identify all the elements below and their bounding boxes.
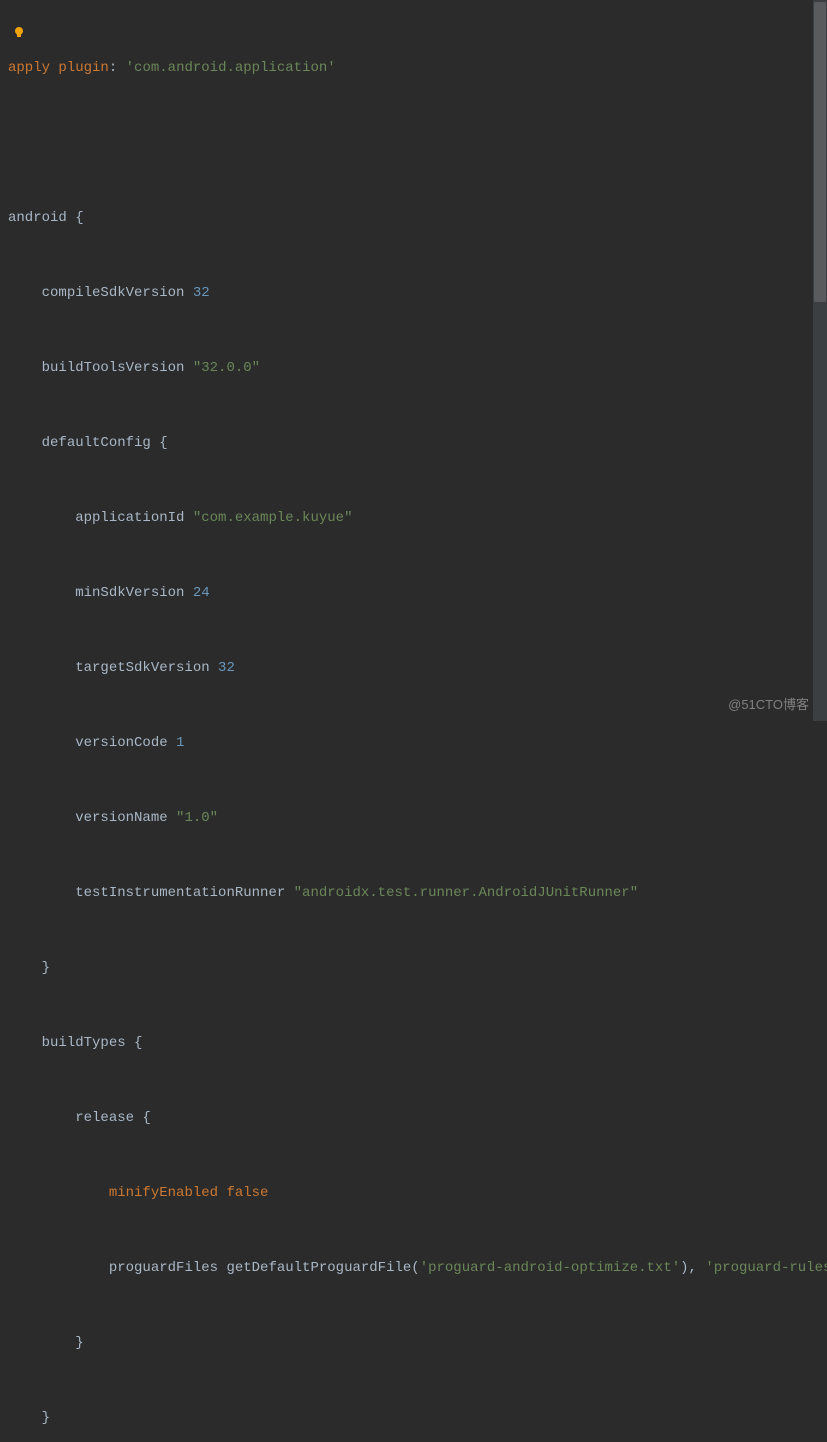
identifier: minifyEnabled: [109, 1185, 227, 1201]
string: "1.0": [176, 810, 218, 826]
code-line: release {: [8, 1106, 827, 1131]
code-line: targetSdkVersion 32: [8, 656, 827, 681]
identifier: versionName: [75, 810, 176, 826]
code-line: [8, 131, 827, 156]
keyword: false: [226, 1185, 268, 1201]
identifier: compileSdkVersion: [42, 285, 193, 301]
code-body[interactable]: apply plugin: 'com.android.application' …: [0, 6, 827, 1442]
brace: {: [151, 435, 168, 451]
brace: }: [75, 1335, 83, 1351]
identifier: defaultConfig: [42, 435, 151, 451]
code-line: buildTypes {: [8, 1031, 827, 1056]
code-line: }: [8, 1406, 827, 1431]
brace: {: [67, 210, 84, 226]
punct: ),: [680, 1260, 705, 1276]
string: 'proguard-rules.pro': [705, 1260, 827, 1276]
string: "com.example.kuyue": [193, 510, 353, 526]
number: 32: [193, 285, 210, 301]
code-line: testInstrumentationRunner "androidx.test…: [8, 881, 827, 906]
identifier: minSdkVersion: [75, 585, 193, 601]
code-line: }: [8, 956, 827, 981]
brace: }: [42, 960, 50, 976]
identifier: android: [8, 210, 67, 226]
punct: :: [109, 60, 126, 76]
number: 24: [193, 585, 210, 601]
number: 1: [176, 735, 184, 751]
identifier: buildTypes: [42, 1035, 126, 1051]
code-line: compileSdkVersion 32: [8, 281, 827, 306]
code-line: applicationId "com.example.kuyue": [8, 506, 827, 531]
code-editor[interactable]: apply plugin: 'com.android.application' …: [0, 0, 827, 1442]
code-line: minSdkVersion 24: [8, 581, 827, 606]
code-line: }: [8, 1331, 827, 1356]
identifier: applicationId: [75, 510, 193, 526]
brace: {: [126, 1035, 143, 1051]
code-line: defaultConfig {: [8, 431, 827, 456]
code-line: apply plugin: 'com.android.application': [8, 56, 827, 81]
brace: }: [42, 1410, 50, 1426]
string: "androidx.test.runner.AndroidJUnitRunner…: [294, 885, 638, 901]
code-line: proguardFiles getDefaultProguardFile('pr…: [8, 1256, 827, 1281]
number: 32: [218, 660, 235, 676]
code-line: minifyEnabled false: [8, 1181, 827, 1206]
watermark: @51CTO博客: [728, 694, 809, 713]
keyword: apply: [8, 60, 50, 76]
identifier: release: [75, 1110, 134, 1126]
identifier: targetSdkVersion: [75, 660, 218, 676]
brace: {: [134, 1110, 151, 1126]
vertical-scrollbar[interactable]: [813, 0, 827, 721]
code-line: versionCode 1: [8, 731, 827, 756]
code-line: versionName "1.0": [8, 806, 827, 831]
string: "32.0.0": [193, 360, 260, 376]
identifier: proguardFiles getDefaultProguardFile(: [109, 1260, 420, 1276]
keyword: plugin: [58, 60, 108, 76]
code-line: buildToolsVersion "32.0.0": [8, 356, 827, 381]
identifier: testInstrumentationRunner: [75, 885, 293, 901]
code-line: android {: [8, 206, 827, 231]
identifier: buildToolsVersion: [42, 360, 193, 376]
string: 'proguard-android-optimize.txt': [420, 1260, 680, 1276]
string: 'com.android.application': [126, 60, 336, 76]
identifier: versionCode: [75, 735, 176, 751]
scrollbar-thumb[interactable]: [814, 2, 826, 302]
